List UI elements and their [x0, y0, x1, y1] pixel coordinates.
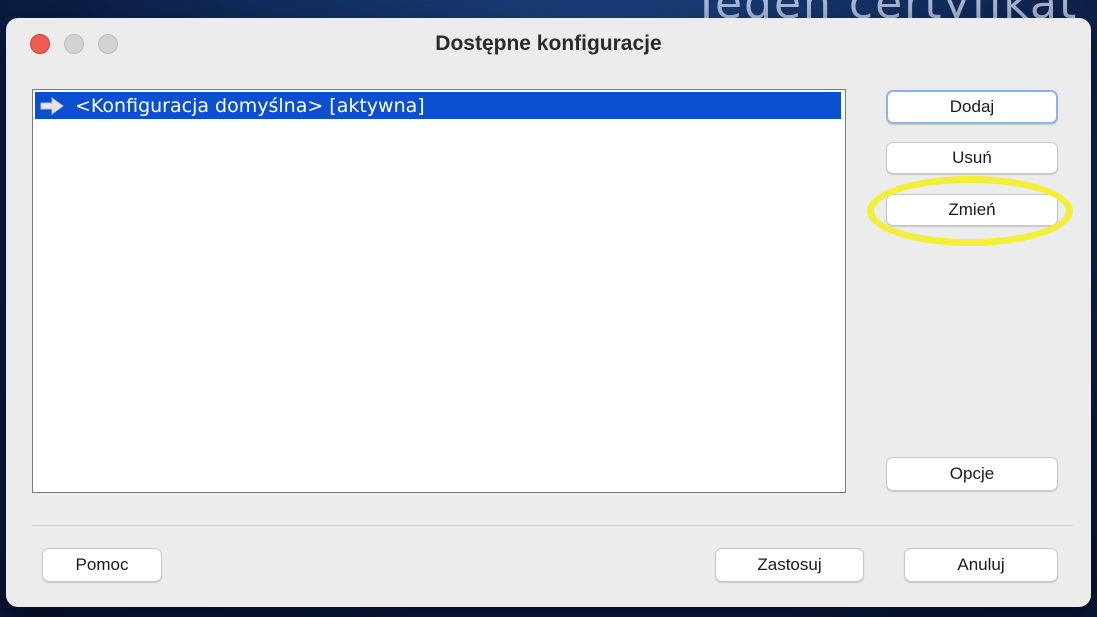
list-item-default-configuration[interactable]: <Konfiguracja domyślna> [aktywna] [35, 92, 841, 119]
options-button[interactable]: Opcje [886, 457, 1058, 491]
list-item-label: <Konfiguracja domyślna> [aktywna] [75, 94, 425, 117]
configurations-dialog: Dostępne konfiguracje <Konfiguracja domy… [6, 18, 1091, 607]
configurations-list[interactable]: <Konfiguracja domyślna> [aktywna] [32, 89, 846, 493]
arrow-right-icon [39, 96, 65, 116]
title-bar: Dostępne konfiguracje [6, 18, 1091, 72]
remove-button[interactable]: Usuń [886, 142, 1058, 174]
footer-separator [32, 525, 1073, 526]
apply-button[interactable]: Zastosuj [715, 548, 864, 582]
help-button[interactable]: Pomoc [42, 548, 162, 582]
change-button[interactable]: Zmień [886, 194, 1058, 226]
dialog-title: Dostępne konfiguracje [435, 32, 662, 55]
add-button[interactable]: Dodaj [886, 90, 1058, 124]
cancel-button[interactable]: Anuluj [904, 548, 1058, 582]
